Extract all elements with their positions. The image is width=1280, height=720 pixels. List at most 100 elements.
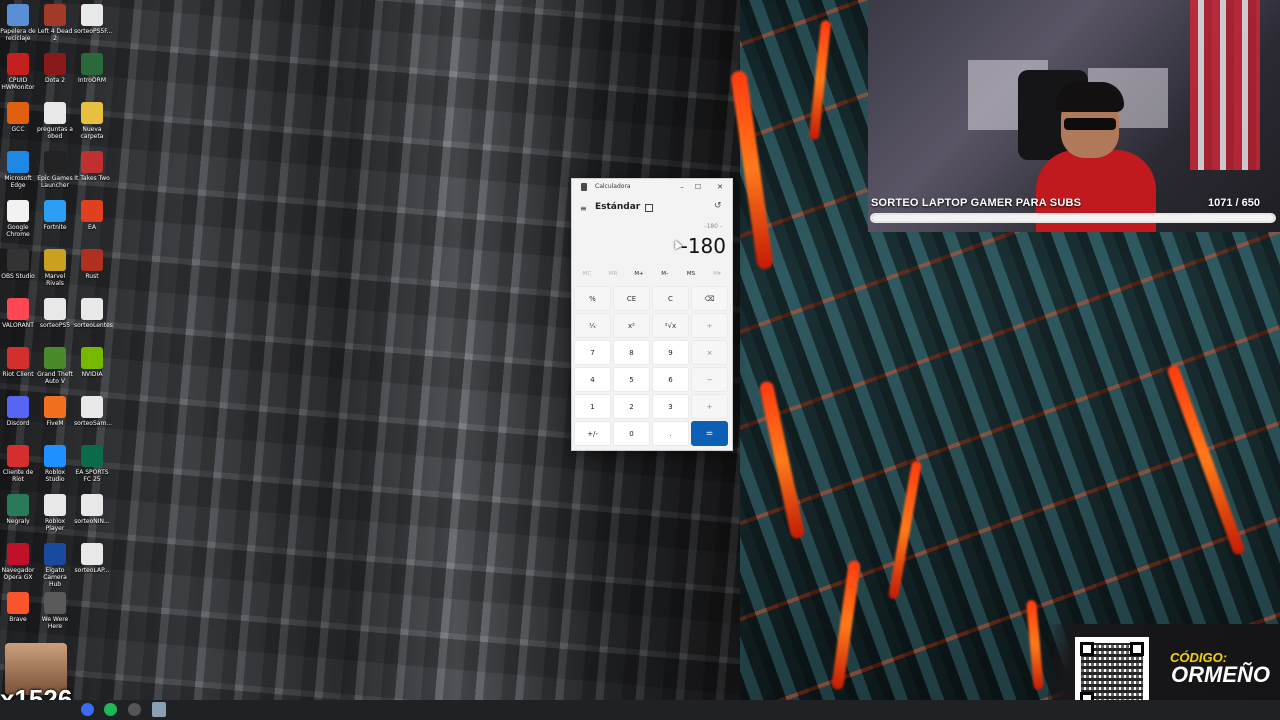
desktop-shortcut-label: Rust [85,273,99,280]
file-icon [44,102,66,124]
memory-add-button[interactable]: M+ [626,271,652,277]
desktop-shortcut[interactable]: Roblox Studio [37,445,73,483]
desktop-shortcut-label: We Were Here [41,616,69,630]
reciprocal-button[interactable]: ¹⁄ₓ [574,313,611,338]
wewerehere-icon [44,592,66,614]
minimize-button[interactable]: – [674,181,690,193]
desktop-shortcut-label: Navegador Opera GX [1,567,35,581]
desktop-shortcut[interactable]: VALORANT [0,298,36,329]
equals-button[interactable]: = [691,421,728,446]
memory-clear-button[interactable]: MC [574,271,600,277]
digit-7-button[interactable]: 7 [574,340,611,365]
digit-2-button[interactable]: 2 [613,394,650,419]
desktop-shortcut[interactable]: NVIDIA [74,347,110,378]
desktop-shortcut[interactable]: sorteoPS5F... [74,4,112,35]
percent-button[interactable]: % [574,286,611,311]
desktop-shortcut[interactable]: FiveM [37,396,73,427]
desktop-shortcut[interactable]: Brave [0,592,36,623]
digit-5-button[interactable]: 5 [613,367,650,392]
digit-0-button[interactable]: 0 [613,421,650,446]
desktop-shortcut-label: IntroORM [78,77,106,84]
desktop-shortcut[interactable]: Papelera de reciclaje [0,4,36,42]
calculator-window[interactable]: Calculadora – ☐ ✕ ≡ Estándar ↺ -180 - -1… [571,178,733,451]
square-root-button[interactable]: ²√x [652,313,689,338]
digit-4-button[interactable]: 4 [574,367,611,392]
calculator-taskbar-icon[interactable] [152,702,166,717]
clear-entry-button[interactable]: CE [613,286,650,311]
desktop-shortcut[interactable]: Navegador Opera GX [0,543,36,581]
square-button[interactable]: x² [613,313,650,338]
riot-icon [7,445,29,467]
subtract-button[interactable]: − [691,367,728,392]
desktop-shortcut[interactable]: sorteoNIN... [74,494,110,525]
multiply-button[interactable]: × [691,340,728,365]
digit-6-button[interactable]: 6 [652,367,689,392]
digit-8-button[interactable]: 8 [613,340,650,365]
desktop-shortcut[interactable]: IntroORM [74,53,110,84]
desktop-shortcut[interactable]: CPUID HWMonitor [0,53,36,91]
edge-icon [7,151,29,173]
desktop-shortcut[interactable]: Rust [74,249,110,280]
desktop-shortcut-label: Elgato Camera Hub [43,567,67,588]
keep-on-top-icon[interactable] [645,204,653,212]
desktop-shortcut[interactable]: Dota 2 [37,53,73,84]
desktop-shortcut-label: CPUID HWMonitor [1,77,35,91]
negate-button[interactable]: +/- [574,421,611,446]
desktop-shortcut-label: VALORANT [2,322,34,329]
desktop-shortcut-label: Riot Client [2,371,34,378]
close-button[interactable]: ✕ [712,181,728,193]
add-button[interactable]: + [691,394,728,419]
spotify-icon[interactable] [104,703,117,716]
divide-button[interactable]: ÷ [691,313,728,338]
desktop-shortcut[interactable]: EA [74,200,110,231]
maximize-button[interactable]: ☐ [690,181,706,193]
desktop-shortcut[interactable]: OBS Studio [0,249,36,280]
desktop-shortcut[interactable]: preguntas a obed [37,102,73,140]
taskbar-app-icon[interactable] [81,703,94,716]
nvidia-icon [81,347,103,369]
history-icon[interactable]: ↺ [714,201,722,211]
obs-icon[interactable] [128,703,141,716]
memory-recall-button[interactable]: MR [600,271,626,277]
desktop-shortcut[interactable]: Riot Client [0,347,36,378]
desktop-shortcut[interactable]: It Takes Two [74,151,110,182]
eafc-icon [81,445,103,467]
desktop-shortcut[interactable]: Discord [0,396,36,427]
memory-store-button[interactable]: MS [678,271,704,277]
clear-button[interactable]: C [652,286,689,311]
desktop-shortcut[interactable]: We Were Here [37,592,73,630]
desktop-shortcut[interactable]: Nueva carpeta [74,102,110,140]
backspace-button[interactable]: ⌫ [691,286,728,311]
desktop-shortcut-label: sorteoLentes [74,322,113,329]
desktop-shortcut[interactable]: Marvel Rivals [37,249,73,287]
desktop-shortcut[interactable]: Negraly [0,494,36,525]
calculator-titlebar[interactable]: Calculadora – ☐ ✕ [572,179,732,195]
elgato-icon [44,543,66,565]
desktop-shortcut[interactable]: sorteoSam... [74,396,112,427]
digit-3-button[interactable]: 3 [652,394,689,419]
desktop-shortcut[interactable]: sorteoLAP... [74,543,110,574]
desktop-shortcut[interactable]: Elgato Camera Hub [37,543,73,588]
desktop-shortcut[interactable]: Cliente de Riot [0,445,36,483]
desktop-shortcut[interactable]: Microsoft Edge [0,151,36,189]
digit-9-button[interactable]: 9 [652,340,689,365]
desktop-shortcut[interactable]: sorteoLentes [74,298,113,329]
menu-icon[interactable]: ≡ [580,204,587,213]
desktop-shortcut[interactable]: Left 4 Dead 2 [37,4,73,42]
desktop-shortcut[interactable]: Google Chrome [0,200,36,238]
memory-list-button[interactable]: M▾ [704,271,730,277]
desktop-shortcut[interactable]: Roblox Player [37,494,73,532]
desktop-shortcut-label: FiveM [46,420,64,427]
keypad: % CE C ⌫ ¹⁄ₓ x² ²√x ÷ 7 8 9 × 4 5 6 − 1 … [574,286,730,446]
desktop-shortcut[interactable]: Epic Games Launcher [37,151,73,189]
desktop-shortcut[interactable]: sorteoPS5 [37,298,73,329]
desktop-shortcut[interactable]: Fortnite [37,200,73,231]
memory-subtract-button[interactable]: M– [652,271,678,277]
desktop-shortcut[interactable]: Grand Theft Auto V [37,347,73,385]
desktop-shortcut[interactable]: GCC [0,102,36,133]
desktop-shortcut[interactable]: EA SPORTS FC 25 [74,445,110,483]
decimal-button[interactable]: . [652,421,689,446]
desktop-shortcut-label: sorteoLAP... [74,567,110,574]
desktop-shortcut-label: Left 4 Dead 2 [37,28,73,42]
digit-1-button[interactable]: 1 [574,394,611,419]
